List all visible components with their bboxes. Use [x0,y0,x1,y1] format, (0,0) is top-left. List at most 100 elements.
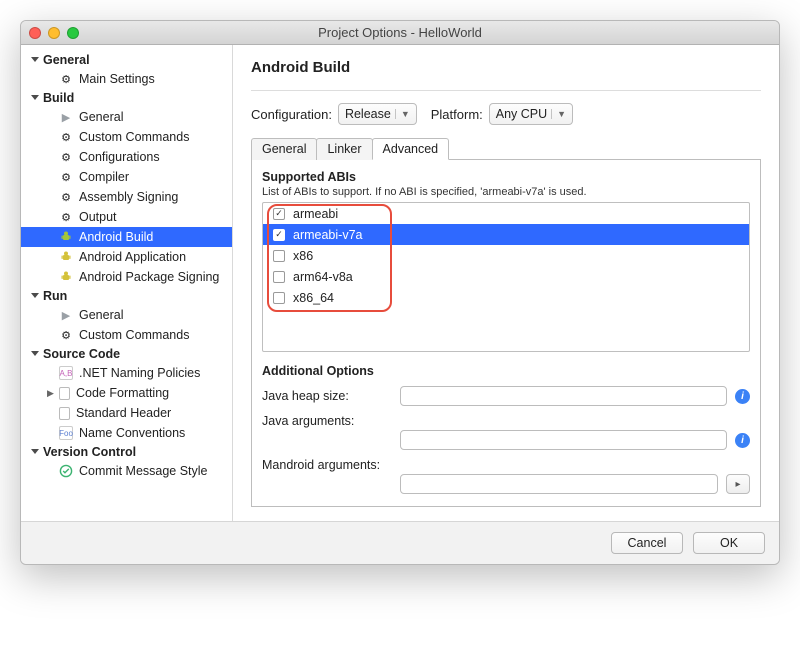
checkbox-icon[interactable]: ✓ [273,229,285,241]
android-icon [59,270,73,284]
supported-abis-heading: Supported ABIs [262,170,750,184]
expand-icon: ▶ [47,388,54,399]
sidebar-group-run[interactable]: Run [21,287,232,305]
sidebar-item-label: Code Formatting [76,386,169,400]
sidebar-item-custom-commands[interactable]: ⚙ Custom Commands [21,127,232,147]
configuration-label: Configuration: [251,107,332,122]
abi-row-armeabi-v7a[interactable]: ✓ armeabi-v7a [263,224,749,245]
sidebar-item-net-naming[interactable]: A,B .NET Naming Policies [21,363,232,383]
content-panel: Android Build Configuration: Release ▼ P… [233,45,779,521]
close-icon[interactable] [29,27,41,39]
platform-label: Platform: [431,107,483,122]
sidebar-item-standard-header[interactable]: Standard Header [21,403,232,423]
checkbox-icon[interactable] [273,250,285,262]
sidebar-item-main-settings[interactable]: ⚙ Main Settings [21,69,232,89]
sidebar-group-build[interactable]: Build [21,89,232,107]
gear-icon: ⚙ [59,190,73,204]
mandroid-args-label: Mandroid arguments: [262,458,392,472]
abi-row-x86[interactable]: x86 [263,245,749,266]
sidebar-item-configurations[interactable]: ⚙ Configurations [21,147,232,167]
sidebar-item-build-general[interactable]: ▶ General [21,107,232,127]
project-options-window: Project Options - HelloWorld General ⚙ M… [20,20,780,565]
gear-icon: ⚙ [59,328,73,342]
sidebar-item-name-conventions[interactable]: Foo Name Conventions [21,423,232,443]
java-heap-label: Java heap size: [262,389,392,403]
abi-row-armeabi[interactable]: ✓ armeabi [263,203,749,224]
titlebar: Project Options - HelloWorld [21,21,779,45]
tab-advanced[interactable]: Advanced [372,138,450,160]
abi-label: armeabi [293,207,338,221]
sidebar-item-label: Standard Header [76,406,171,420]
naming-icon: A,B [59,366,73,380]
tab-bar: General Linker Advanced [251,137,761,160]
gear-icon: ⚙ [59,170,73,184]
sidebar-item-android-application[interactable]: Android Application [21,247,232,267]
sidebar-item-android-package-signing[interactable]: Android Package Signing [21,267,232,287]
sidebar-item-label: Compiler [79,170,129,184]
sidebar-item-android-build[interactable]: Android Build [21,227,232,247]
configuration-value: Release [345,107,391,121]
sidebar-item-assembly-signing[interactable]: ⚙ Assembly Signing [21,187,232,207]
abi-label: x86_64 [293,291,334,305]
sidebar-item-output[interactable]: ⚙ Output [21,207,232,227]
sidebar-item-run-custom-commands[interactable]: ⚙ Custom Commands [21,325,232,345]
checkbox-icon[interactable]: ✓ [273,208,285,220]
gear-icon: ⚙ [59,150,73,164]
abi-row-x86-64[interactable]: x86_64 [263,287,749,308]
sidebar-item-commit-message-style[interactable]: Commit Message Style [21,461,232,481]
abi-list: ✓ armeabi ✓ armeabi-v7a x86 arm64-v8a [262,202,750,352]
window-controls [29,27,79,39]
ok-button[interactable]: OK [693,532,765,554]
gear-icon: ⚙ [59,210,73,224]
cancel-button[interactable]: Cancel [611,532,683,554]
sidebar-item-label: Name Conventions [79,426,185,440]
minimize-icon[interactable] [48,27,60,39]
window-title: Project Options - HelloWorld [318,25,482,40]
additional-options-heading: Additional Options [262,364,750,378]
sidebar-item-code-formatting[interactable]: ▶ Code Formatting [21,383,232,403]
platform-select[interactable]: Any CPU ▼ [489,103,573,125]
abi-label: x86 [293,249,313,263]
gear-icon: ⚙ [59,72,73,86]
supported-abis-hint: List of ABIs to support. If no ABI is sp… [262,186,750,198]
tab-general[interactable]: General [251,138,317,160]
abi-label: arm64-v8a [293,270,353,284]
sidebar-item-label: Custom Commands [79,130,189,144]
info-icon[interactable]: i [735,389,750,404]
sidebar-group-version-control[interactable]: Version Control [21,443,232,461]
sidebar-group-source-code[interactable]: Source Code [21,345,232,363]
document-icon [59,407,70,420]
abi-label: armeabi-v7a [293,228,362,242]
play-icon: ▶ [59,308,73,322]
document-icon [59,387,70,400]
platform-value: Any CPU [496,107,547,121]
tag-icon: Foo [59,426,73,440]
sidebar-item-label: General [79,110,123,124]
tab-linker[interactable]: Linker [316,138,372,160]
zoom-icon[interactable] [67,27,79,39]
sidebar-item-compiler[interactable]: ⚙ Compiler [21,167,232,187]
sidebar: General ⚙ Main Settings Build ▶ General … [21,45,233,521]
checkbox-icon[interactable] [273,292,285,304]
java-args-label: Java arguments: [262,414,392,428]
sidebar-item-label: Android Application [79,250,186,264]
sidebar-item-label: .NET Naming Policies [79,366,200,380]
sidebar-group-general[interactable]: General [21,51,232,69]
configuration-select[interactable]: Release ▼ [338,103,417,125]
android-icon [59,250,73,264]
page-title: Android Build [251,59,761,76]
sidebar-item-label: Configurations [79,150,160,164]
sidebar-item-run-general[interactable]: ▶ General [21,305,232,325]
info-icon[interactable]: i [735,433,750,448]
java-args-input[interactable] [400,430,727,450]
mandroid-args-input[interactable] [400,474,718,494]
sidebar-item-label: Assembly Signing [79,190,178,204]
check-circle-icon [59,464,73,478]
run-button[interactable]: ▸ [726,474,750,494]
sidebar-item-label: Android Package Signing [79,270,219,284]
play-icon: ▶ [59,110,73,124]
abi-row-arm64-v8a[interactable]: arm64-v8a [263,266,749,287]
dialog-footer: Cancel OK [21,521,779,564]
java-heap-input[interactable] [400,386,727,406]
checkbox-icon[interactable] [273,271,285,283]
